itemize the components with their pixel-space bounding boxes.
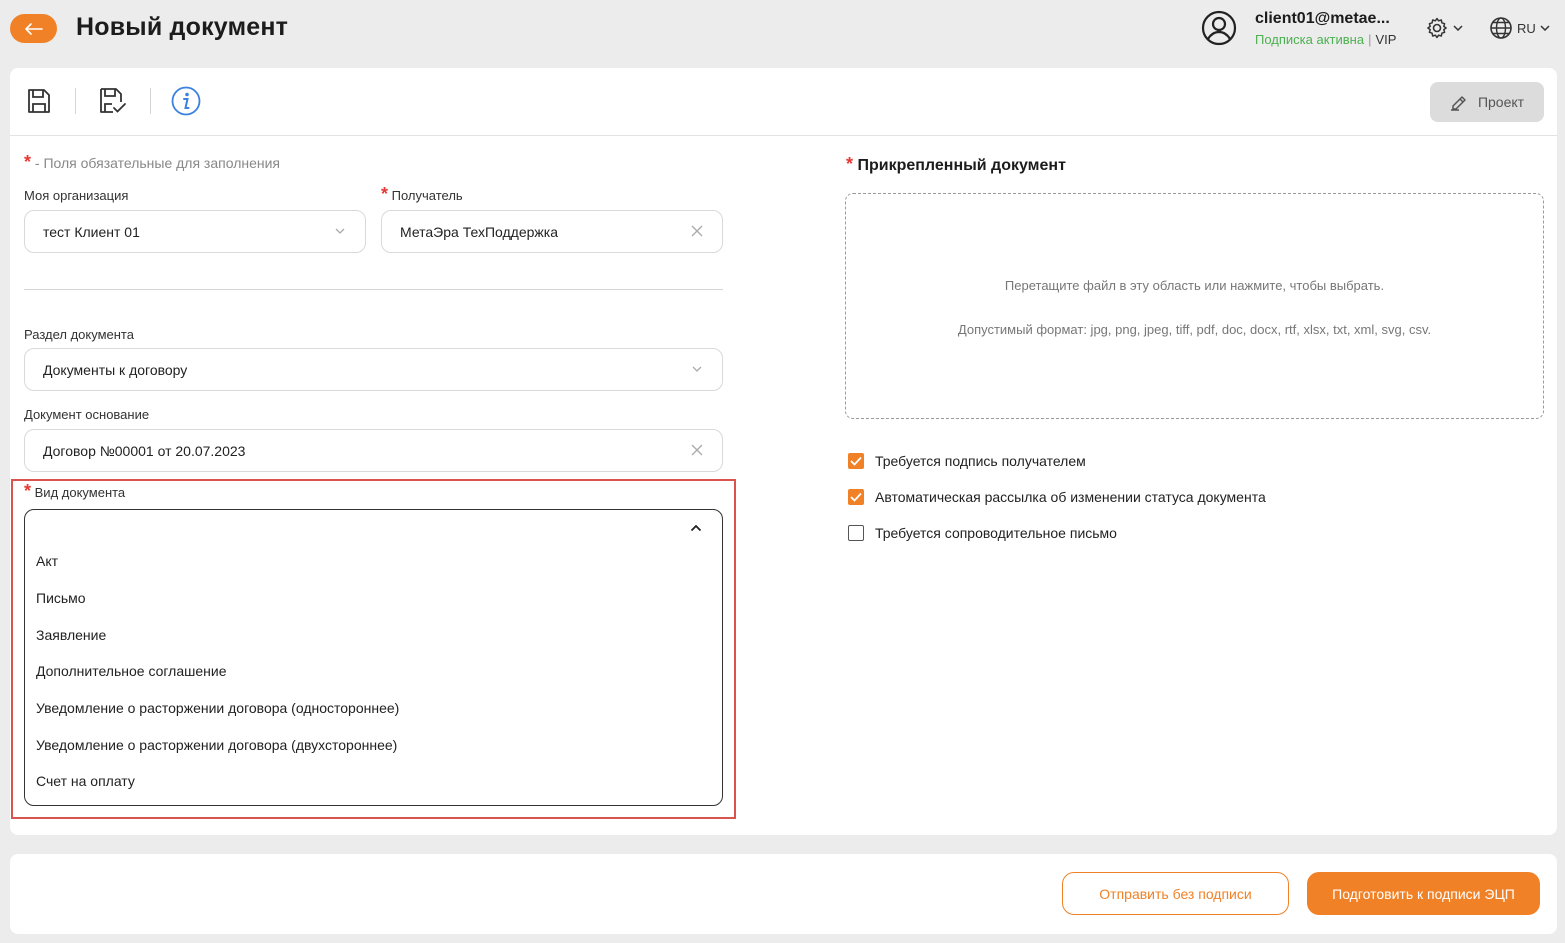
gear-icon: [1427, 17, 1447, 39]
settings-button[interactable]: [1425, 16, 1463, 40]
basis-value: Договор №00001 от 20.07.2023: [43, 442, 246, 459]
option-label: Автоматическая рассылка об изменении ста…: [875, 489, 1266, 505]
chevron-down-icon: [692, 366, 702, 372]
clear-icon[interactable]: [690, 443, 704, 457]
option-label: Требуется сопроводительное письмо: [875, 525, 1117, 541]
info-icon: [171, 86, 201, 116]
basis-select[interactable]: Договор №00001 от 20.07.2023: [24, 429, 723, 472]
section-label: Раздел документа: [24, 327, 134, 342]
recipient-value: МетаЭра ТехПоддержка: [400, 223, 558, 240]
document-form-card: Проект * - Поля обязательные для заполне…: [10, 68, 1557, 835]
save-button[interactable]: [24, 86, 54, 116]
recipient-select[interactable]: МетаЭра ТехПоддержка: [381, 210, 723, 253]
subscription-label: Подписка активна: [1255, 32, 1365, 47]
option-label: Требуется подпись получателем: [875, 453, 1086, 469]
action-footer: Отправить без подписи Подготовить к подп…: [10, 854, 1557, 934]
required-star: *: [24, 152, 32, 172]
subscription-status: Подписка активна | VIP: [1255, 32, 1396, 47]
toolbar: Проект: [10, 68, 1557, 136]
dropdown-option[interactable]: Заявление: [36, 627, 106, 643]
dropzone-formats: Допустимый формат: jpg, png, jpeg, tiff,…: [957, 322, 1432, 337]
checkbox-checked[interactable]: [848, 489, 864, 505]
project-status-button[interactable]: Проект: [1430, 82, 1544, 122]
user-avatar-icon[interactable]: [1201, 10, 1237, 46]
chevron-down-icon: [1540, 25, 1550, 31]
required-note-text: - Поля обязательные для заполнения: [34, 155, 281, 171]
toolbar-divider: [75, 88, 76, 114]
basis-label: Документ основание: [24, 407, 150, 422]
status-separator: |: [1368, 32, 1372, 47]
attachment-title: * Прикрепленный документ: [846, 154, 1066, 175]
dropzone-hint: Перетащите файл в эту область или нажмит…: [1004, 278, 1385, 293]
organization-select[interactable]: тест Клиент 01: [24, 210, 366, 253]
section-select[interactable]: Документы к договору: [24, 348, 723, 391]
chevron-up-icon[interactable]: [690, 524, 702, 532]
option-cover-letter[interactable]: Требуется сопроводительное письмо: [848, 525, 1117, 541]
required-fields-note: * - Поля обязательные для заполнения: [24, 152, 280, 173]
required-star: *: [846, 154, 854, 174]
checkbox-checked[interactable]: [848, 453, 864, 469]
globe-icon: [1490, 17, 1512, 39]
attachment-title-text: Прикрепленный документ: [857, 157, 1066, 174]
doc-type-dropdown[interactable]: Акт Письмо Заявление Дополнительное согл…: [24, 509, 723, 806]
recipient-label-text: Получатель: [391, 188, 463, 203]
organization-label: Моя организация: [24, 188, 129, 203]
project-label: Проект: [1477, 94, 1525, 110]
send-unsigned-button[interactable]: Отправить без подписи: [1062, 872, 1289, 915]
user-email[interactable]: client01@metae...: [1255, 10, 1400, 28]
dropdown-option[interactable]: Дополнительное соглашение: [36, 663, 227, 679]
chevron-down-icon: [1453, 25, 1463, 31]
dropdown-option[interactable]: Уведомление о расторжении договора (одно…: [36, 700, 399, 716]
option-recipient-signature[interactable]: Требуется подпись получателем: [848, 453, 1086, 469]
chevron-down-icon: [335, 228, 345, 234]
language-label: RU: [1517, 20, 1536, 36]
info-button[interactable]: [171, 86, 201, 116]
option-auto-notify[interactable]: Автоматическая рассылка об изменении ста…: [848, 489, 1266, 505]
arrow-left-icon: [24, 22, 43, 35]
language-selector[interactable]: RU: [1489, 16, 1550, 40]
section-value: Документы к договору: [43, 361, 188, 378]
top-bar: Новый документ client01@metae... Подписк…: [0, 0, 1565, 58]
file-dropzone[interactable]: Перетащите файл в эту область или нажмит…: [845, 193, 1544, 419]
required-star: *: [24, 481, 32, 501]
back-button[interactable]: [10, 14, 57, 43]
save-check-icon: [100, 88, 126, 113]
dropdown-option[interactable]: Акт: [36, 553, 58, 569]
check-icon: [850, 492, 862, 502]
dropdown-option[interactable]: Письмо: [36, 590, 86, 606]
dropdown-option[interactable]: Счет на оплату: [36, 773, 135, 789]
toolbar-divider: [150, 88, 151, 114]
check-icon: [850, 456, 862, 466]
prepare-sign-button[interactable]: Подготовить к подписи ЭЦП: [1307, 872, 1540, 915]
checkbox-unchecked[interactable]: [848, 525, 864, 541]
plan-badge: VIP: [1375, 32, 1397, 47]
save-and-check-button[interactable]: [98, 86, 128, 116]
organization-value: тест Клиент 01: [43, 223, 140, 240]
doc-type-label: * Вид документа: [24, 481, 125, 502]
recipient-label: * Получатель: [381, 184, 463, 205]
clear-icon[interactable]: [690, 224, 704, 238]
section-divider: [24, 289, 723, 290]
doc-type-label-text: Вид документа: [34, 485, 126, 500]
edit-icon: [1450, 96, 1466, 111]
required-star: *: [381, 184, 389, 204]
dropdown-option[interactable]: Уведомление о расторжении договора (двух…: [36, 737, 397, 753]
page-title: Новый документ: [76, 13, 289, 41]
save-icon: [28, 89, 50, 113]
